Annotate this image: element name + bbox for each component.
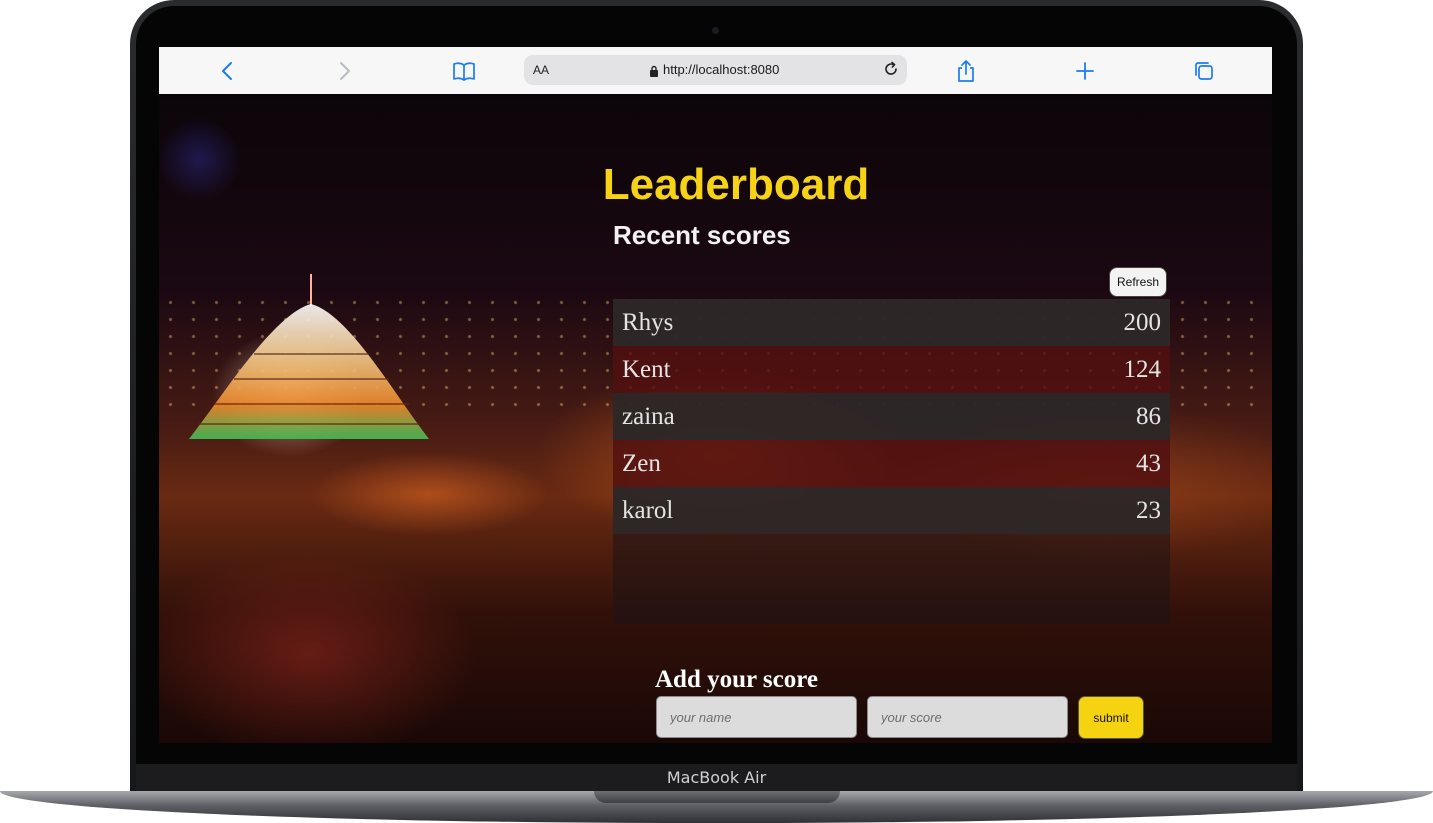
recent-scores-heading: Recent scores <box>613 220 791 250</box>
camera-dot <box>712 27 719 34</box>
tabs-overview-icon[interactable] <box>1191 58 1217 84</box>
player-score: 86 <box>1136 402 1161 430</box>
player-score: 200 <box>1123 308 1162 336</box>
laptop-base <box>0 791 1433 823</box>
score-input[interactable] <box>867 696 1068 738</box>
score-row: Rhys 200 <box>613 299 1170 346</box>
text-size-button[interactable]: AA <box>533 63 549 77</box>
laptop-notch <box>594 791 840 803</box>
url-text[interactable]: http://localhost:8080 <box>663 62 779 77</box>
player-name: Rhys <box>622 308 674 336</box>
screen: AA http://localhost:8080 Leaderboard Rec… <box>159 47 1272 743</box>
share-icon[interactable] <box>953 58 979 84</box>
scores-table: Rhys 200 Kent 124 zaina 86 Zen 43 karol … <box>613 299 1170 624</box>
player-name: zaina <box>622 402 675 430</box>
convention-dome-illustration <box>189 274 429 439</box>
lock-icon <box>649 64 659 82</box>
refresh-button[interactable]: Refresh <box>1109 267 1167 297</box>
score-row: Kent 124 <box>613 346 1170 393</box>
add-score-heading: Add your score <box>655 666 818 693</box>
page-title: Leaderboard <box>602 160 870 209</box>
submit-button[interactable]: submit <box>1078 696 1144 739</box>
score-row: karol 23 <box>613 487 1170 534</box>
player-score: 124 <box>1123 355 1162 383</box>
bookmarks-icon[interactable] <box>451 58 477 84</box>
player-score: 23 <box>1136 496 1161 524</box>
player-name: Kent <box>622 355 671 383</box>
address-bar[interactable]: AA http://localhost:8080 <box>524 55 907 85</box>
forward-icon[interactable] <box>332 58 358 84</box>
browser-toolbar: AA http://localhost:8080 <box>159 47 1272 95</box>
score-row: Zen 43 <box>613 440 1170 487</box>
score-row: zaina 86 <box>613 393 1170 440</box>
player-name: Zen <box>622 449 661 477</box>
page-viewport: Leaderboard Recent scores Refresh Rhys 2… <box>159 94 1272 743</box>
player-name: karol <box>622 496 674 524</box>
name-input[interactable] <box>656 696 857 738</box>
reload-icon[interactable] <box>882 60 900 83</box>
back-icon[interactable] <box>214 58 240 84</box>
player-score: 43 <box>1136 449 1161 477</box>
new-tab-icon[interactable] <box>1072 58 1098 84</box>
laptop-model-label: MacBook Air <box>666 768 767 787</box>
